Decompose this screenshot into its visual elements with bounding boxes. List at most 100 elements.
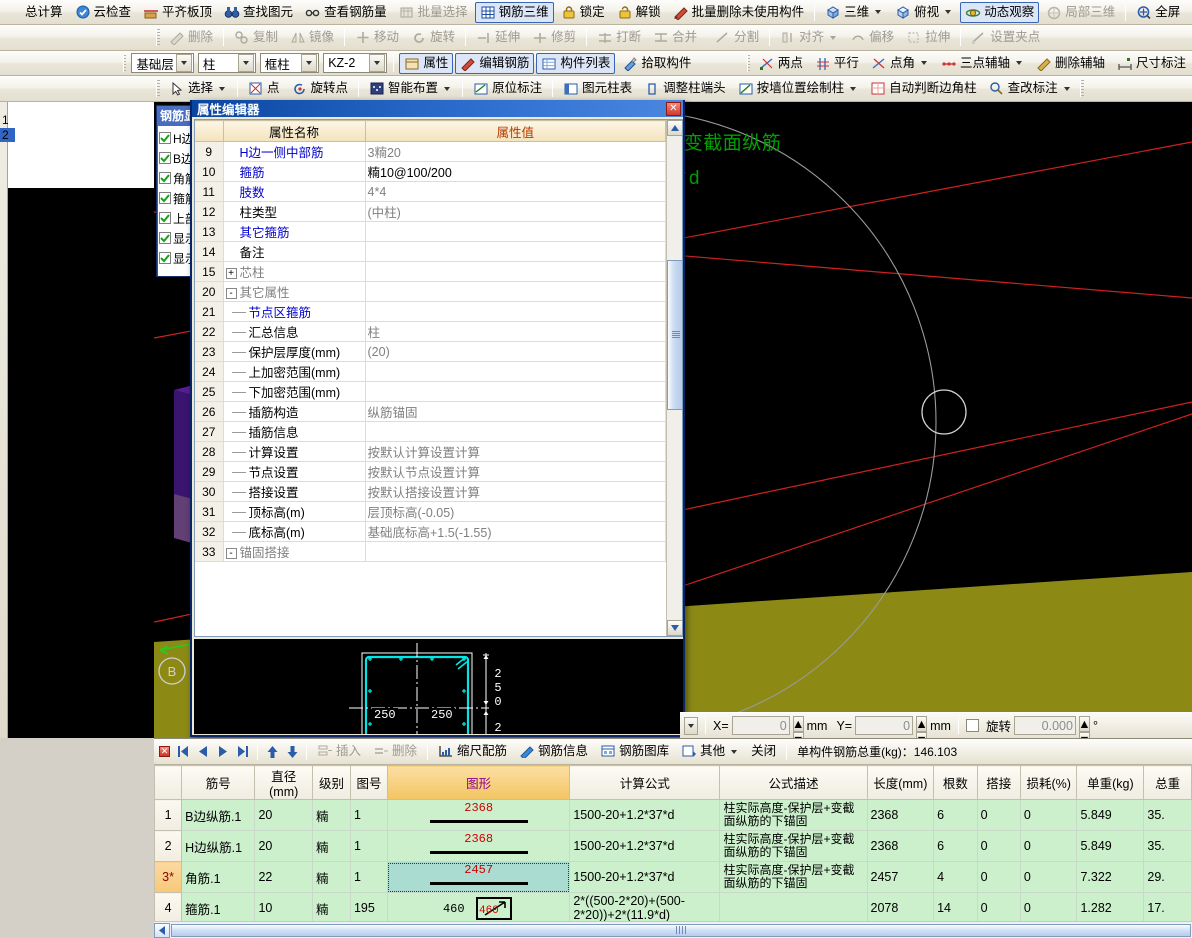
property-value-cell[interactable]: 3䊖20 (365, 141, 666, 162)
toolbar-item-dynamic-orbit[interactable]: 动态观察 (960, 1, 1040, 23)
property-value-cell[interactable]: 柱 (365, 321, 666, 342)
rebar-column-header[interactable]: 图号 (349, 765, 388, 800)
chevron-down-icon[interactable] (731, 749, 738, 754)
toolbar-item-batch-delete-unused[interactable]: 批量删除未使用构件 (668, 2, 810, 23)
property-row[interactable]: 9 H边一侧中部筋 3䊖20 (195, 141, 666, 162)
rebar-grade-cell[interactable]: 䊖 (311, 799, 351, 831)
rebar-shape-cell[interactable]: 460 460 (386, 892, 571, 924)
rebar-loss-cell[interactable]: 0 (1019, 799, 1078, 831)
rebar-count-cell[interactable]: 6 (933, 799, 978, 831)
checkbox-icon[interactable] (159, 252, 171, 264)
property-value-cell[interactable]: 按默认搭接设置计算 (365, 481, 666, 502)
chevron-down-icon[interactable] (945, 10, 952, 14)
property-row[interactable]: 11 肢数 4*4 (195, 181, 666, 202)
chevron-down-icon[interactable] (850, 86, 857, 91)
rebar-count-cell[interactable]: 4 (933, 861, 978, 893)
rebar-count-cell[interactable]: 14 (933, 892, 978, 924)
toolbar-item-three-point-axis[interactable]: 三点辅轴 (936, 53, 1029, 74)
toolbar-item-merge[interactable]: 合并 (648, 27, 702, 48)
rebar-column-header[interactable]: 直径(mm) (254, 765, 313, 800)
rebar-diameter-cell[interactable]: 20 (254, 830, 313, 862)
next-record-icon[interactable] (213, 742, 233, 762)
rebar-close-button[interactable]: 关闭 (746, 741, 781, 762)
property-row[interactable]: 10 箍筋 䊖10@100/200 (195, 161, 666, 182)
toolbar-item-delete-axis[interactable]: 删除辅轴 (1031, 53, 1110, 74)
property-value-cell[interactable]: 按默认计算设置计算 (365, 441, 666, 462)
rebar-column-header[interactable]: 损耗(%) (1019, 765, 1078, 800)
toolbar-item-break[interactable]: 打断 (592, 27, 646, 48)
property-row[interactable]: 33- 锚固搭接 (195, 541, 666, 562)
category-select[interactable]: 柱 (197, 53, 256, 73)
scroll-left-icon[interactable] (154, 922, 170, 938)
rebar-grade-cell[interactable]: 䊖 (311, 830, 351, 862)
rebar-formula-cell[interactable]: 1500-20+1.2*37*d (569, 799, 721, 831)
rebar-lap-cell[interactable]: 0 (976, 892, 1021, 924)
toolbar-item-offset[interactable]: 偏移 (845, 27, 899, 48)
toolbar-item-copy[interactable]: 复制 (229, 27, 283, 48)
toolbar-item-lock[interactable]: 锁定 (556, 2, 610, 23)
rebar-column-header[interactable]: 搭接 (976, 765, 1021, 800)
rebar-diameter-cell[interactable]: 20 (254, 799, 313, 831)
rebar-lap-cell[interactable]: 0 (976, 799, 1021, 831)
checkbox-icon[interactable] (159, 132, 171, 144)
toolbar-item-check-note[interactable]: 查改标注 (984, 78, 1077, 99)
rebar-name-cell[interactable]: H边纵筋.1 (181, 830, 256, 862)
table-row[interactable]: 3* 角筋.1 22 䊖 1 2457 1500-20+1.2*37*d 柱实际高度-保护层+… (154, 861, 1192, 893)
toolbar-grip[interactable] (1079, 80, 1084, 97)
rebar-column-header[interactable]: 级别 (311, 765, 351, 800)
property-value-cell[interactable]: 基础底标高+1.5(-1.55) (365, 521, 666, 542)
rebar-grade-cell[interactable]: 䊖 (311, 861, 351, 893)
property-value-cell[interactable] (365, 361, 666, 382)
property-row[interactable]: 13 其它箍筋 (195, 221, 666, 242)
toolbar-grip[interactable] (156, 80, 160, 97)
rebar-figure-no-cell[interactable]: 1 (349, 799, 388, 831)
toolbar-item-point-angle[interactable]: 点角 (866, 53, 934, 74)
toolbar-item-calculate[interactable]: 总计算 (1, 2, 68, 23)
toolbar-item-point[interactable]: 点 (243, 78, 285, 99)
toolbar-item-column-table[interactable]: 图元柱表 (558, 78, 637, 99)
property-row[interactable]: 31 顶标高(m) 层顶标高(-0.05) (195, 501, 666, 522)
move-up-icon[interactable] (262, 742, 282, 762)
checkbox-icon[interactable] (159, 152, 171, 164)
rebar-formula-cell[interactable]: 1500-20+1.2*37*d (569, 861, 721, 893)
table-row[interactable]: 1 B边纵筋.1 20 䊖 1 2368 1500-20+1.2*37*d 柱实际高度-保护层… (154, 799, 1192, 831)
toolbar-item-split[interactable]: 分割 (710, 27, 764, 48)
toolbar-item-properties[interactable]: 属性 (399, 52, 454, 74)
toolbar-item-rotate[interactable]: 旋转 (406, 27, 460, 48)
chevron-down-icon[interactable] (920, 61, 927, 65)
toolbar-item-dimension[interactable]: 尺寸标注 (1112, 53, 1191, 74)
rebar-loss-cell[interactable]: 0 (1019, 892, 1078, 924)
chevron-down-icon[interactable] (444, 86, 451, 91)
toolbar-item-align[interactable]: 对齐 (775, 27, 843, 48)
checkbox-icon[interactable] (159, 212, 171, 224)
property-row[interactable]: 21 节点区箍筋 (195, 301, 666, 322)
toolbar-item-smart-layout[interactable]: 智能布置 (364, 78, 457, 99)
toolbar-item-in-place-note[interactable]: 原位标注 (468, 78, 547, 99)
property-row[interactable]: 20- 其它属性 (195, 281, 666, 302)
move-down-icon[interactable] (282, 742, 302, 762)
rebar-grade-cell[interactable]: 䊖 (311, 892, 351, 924)
chevron-down-icon[interactable] (875, 10, 882, 14)
toolbar-item-view-rebar-qty[interactable]: 查看钢筋量 (300, 2, 392, 23)
rebar-table-scroll[interactable]: 筋号 直径(mm) 级别 图号 图形 计算公式 公式描述 长度(mm) 根数 搭接 损耗(%) 单重(… (154, 765, 1192, 938)
chevron-down-icon[interactable] (237, 54, 254, 72)
property-row[interactable]: 29 节点设置 按默认节点设置计算 (195, 461, 666, 482)
rotate-checkbox[interactable] (965, 719, 979, 732)
property-row[interactable]: 30 搭接设置 按默认搭接设置计算 (195, 481, 666, 502)
x-input[interactable]: 0 (731, 716, 790, 735)
toolbar-item-stretch[interactable]: 拉伸 (901, 27, 955, 48)
rebar-other-button[interactable]: 其他 (676, 741, 744, 762)
scale-rebar-button[interactable]: 缩尺配筋 (433, 741, 512, 762)
rebar-lap-cell[interactable]: 0 (976, 861, 1021, 893)
toolbar-item-draw-column-on-wall[interactable]: 按墙位置绘制柱 (733, 78, 864, 99)
table-row[interactable]: 2 H边纵筋.1 20 䊖 1 2368 1500-20+1.2*37*d 柱实际高度-保护层… (154, 830, 1192, 862)
rebar-info-button[interactable]: 钢筋信息 (514, 741, 593, 762)
chevron-down-icon[interactable] (219, 86, 226, 91)
rebar-delete-button[interactable]: 删除 (368, 741, 422, 762)
tree-item-1[interactable]: 1 (2, 113, 9, 127)
table-row[interactable]: 4 箍筋.1 10 䊖 195 460 460 2*((500-2*20)+(500-2*20… (154, 892, 1192, 924)
property-row[interactable]: 15 + 芯柱 (195, 261, 666, 282)
property-value-cell[interactable] (365, 261, 666, 282)
property-editor-titlebar[interactable]: 属性编辑器 ✕ (192, 100, 683, 117)
toolbar-item-auto-corner-column[interactable]: 自动判断边角柱 (865, 78, 982, 99)
